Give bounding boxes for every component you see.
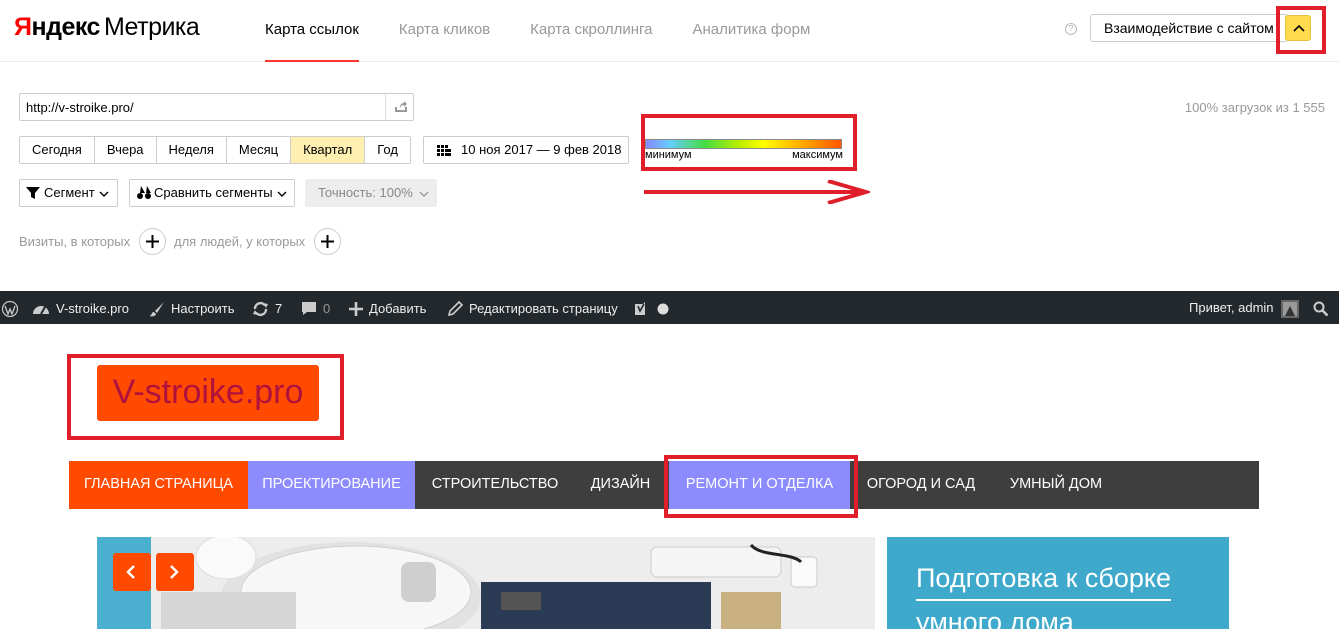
map-tabs: Карта ссылок Карта кликов Карта скроллин… xyxy=(265,0,810,62)
tab-form-analytics[interactable]: Аналитика форм xyxy=(693,0,811,62)
wp-site-name[interactable]: V-stroike.pro xyxy=(32,291,129,324)
metrika-header: Яндекс Метрика Карта ссылок Карта кликов … xyxy=(0,0,1339,62)
site-interaction-button[interactable]: Взаимодействие с сайтом xyxy=(1090,14,1288,42)
chevron-down-icon xyxy=(277,191,287,197)
load-info: 100% загрузок из 1 555 xyxy=(1184,100,1325,115)
wp-comments[interactable]: 0 xyxy=(301,291,330,324)
plus-icon xyxy=(349,301,363,316)
period-quarter[interactable]: Квартал xyxy=(291,137,366,163)
open-url-button[interactable] xyxy=(385,94,413,120)
dashboard-icon xyxy=(33,305,49,315)
nav-interior-design[interactable]: Дизайн xyxy=(575,461,666,509)
date-range-button[interactable]: 10 ноя 2017 — 9 фев 2018 xyxy=(423,136,629,164)
avatar xyxy=(1281,299,1300,318)
highlight-frame-collapse xyxy=(1276,6,1326,54)
refresh-icon xyxy=(253,301,268,316)
compare-segments-button[interactable]: Сравнить сегменты xyxy=(129,179,295,207)
highlight-frame-legend xyxy=(641,114,857,171)
wp-customize[interactable]: Настроить xyxy=(149,291,235,324)
highlight-frame-renovation xyxy=(664,455,858,518)
chevron-right-icon xyxy=(170,565,179,579)
wordpress-icon xyxy=(1,300,19,317)
segment-button[interactable]: Сегмент xyxy=(19,179,118,207)
nav-garden[interactable]: Огород и сад xyxy=(850,461,992,509)
wp-admin-bar: V-stroike.pro Настроить 7 0 Добавить Ред… xyxy=(0,291,1339,324)
period-week[interactable]: Неделя xyxy=(156,137,227,163)
people-condition-label: для людей, у которых xyxy=(174,234,306,249)
url-field-wrapper xyxy=(19,93,414,121)
tab-click-map[interactable]: Карта кликов xyxy=(399,0,490,62)
period-month[interactable]: Месяц xyxy=(226,137,292,163)
comment-icon xyxy=(302,302,316,316)
wp-updates[interactable]: 7 xyxy=(252,291,282,324)
plus-icon xyxy=(146,235,159,248)
compare-segments-icon xyxy=(137,186,151,199)
brush-icon xyxy=(149,301,164,316)
metrika-logo[interactable]: Яндекс Метрика xyxy=(14,13,200,42)
filter-icon xyxy=(26,187,40,199)
plus-icon xyxy=(321,235,334,248)
wp-search[interactable] xyxy=(1313,291,1329,324)
yoast-icon xyxy=(635,301,645,315)
period-year[interactable]: Год xyxy=(365,137,410,163)
nav-design-projects[interactable]: Проектирование xyxy=(248,461,415,509)
tab-link-map[interactable]: Карта ссылок xyxy=(265,0,359,62)
pencil-icon xyxy=(447,300,464,317)
visits-condition-label: Визиты, в которых xyxy=(19,234,131,249)
chevron-down-icon xyxy=(419,191,429,197)
featured-post-title[interactable]: Подготовка к сборке умного дома xyxy=(916,557,1216,629)
nav-home[interactable]: Главная страница xyxy=(69,461,248,509)
wp-add-new[interactable]: Добавить xyxy=(349,291,426,324)
search-icon xyxy=(1313,301,1329,316)
chevron-down-icon xyxy=(99,191,109,197)
slider-prev-button[interactable] xyxy=(113,553,151,591)
period-selector: Сегодня Вчера Неделя Месяц Квартал Год xyxy=(19,136,411,164)
slider-next-button[interactable] xyxy=(156,553,194,591)
chevron-left-icon xyxy=(126,565,135,579)
tab-scroll-map[interactable]: Карта скроллинга xyxy=(530,0,652,62)
status-dot-icon xyxy=(657,303,669,315)
period-yesterday[interactable]: Вчера xyxy=(94,137,157,163)
featured-slider xyxy=(97,537,875,629)
help-icon[interactable]: ? xyxy=(1065,23,1077,35)
wp-logo-menu[interactable] xyxy=(1,291,19,324)
calendar-icon xyxy=(437,145,451,156)
date-range-label: 10 ноя 2017 — 9 фев 2018 xyxy=(461,142,622,157)
wp-edit-page[interactable]: Редактировать страницу xyxy=(447,291,618,324)
share-icon xyxy=(395,101,407,112)
slide-image xyxy=(151,537,875,629)
url-input[interactable] xyxy=(20,94,386,120)
nav-construction[interactable]: Строительство xyxy=(415,461,575,509)
nav-smart-home[interactable]: Умный дом xyxy=(992,461,1120,509)
highlight-frame-logo xyxy=(67,354,344,440)
wp-yoast-menu[interactable] xyxy=(633,291,669,324)
add-visit-condition-button[interactable] xyxy=(139,228,166,255)
precision-selector[interactable]: Точность: 100% xyxy=(305,179,437,207)
wp-account-menu[interactable]: Привет, admin xyxy=(1189,291,1300,324)
add-people-condition-button[interactable] xyxy=(314,228,341,255)
period-today[interactable]: Сегодня xyxy=(20,137,95,163)
annotation-arrow-icon xyxy=(644,180,870,204)
featured-post-panel: Подготовка к сборке умного дома xyxy=(887,537,1229,629)
